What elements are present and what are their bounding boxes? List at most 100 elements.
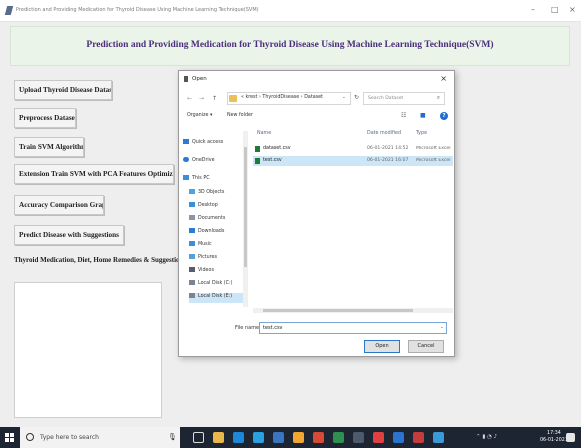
column-name[interactable]: Name [257,131,271,136]
back-arrow-icon[interactable]: ← [187,95,192,102]
nav-desktop[interactable]: Desktop [189,202,218,212]
nav-3d-objects[interactable]: 3D Objects [189,189,224,199]
clock-date: 06-01-2021 [540,438,568,443]
scrollbar-thumb[interactable] [244,147,247,267]
desktop-icon [189,202,195,207]
file-row[interactable]: test.csv 06-01-2021 16:07 Microsoft Exce… [253,156,453,166]
file-explorer-icon[interactable] [213,432,224,443]
file-list-scrollbar[interactable] [253,308,453,313]
address-row: ← → ↑ « krest › ThyroidDisease › Dataset… [179,91,456,107]
app-icon[interactable] [333,432,344,443]
app-icon[interactable] [353,432,364,443]
chevron-down-icon[interactable]: ⌄ [440,325,444,330]
header-banner: Prediction and Providing Medication for … [10,26,570,66]
predict-disease-button[interactable]: Predict Disease with Suggestions [14,225,124,245]
minimize-button[interactable]: – [531,5,535,14]
system-tray-icons[interactable]: ⌃ ▮ ◔ ♪ [476,434,497,440]
close-button[interactable]: × [569,5,576,14]
dialog-title: Open [192,76,207,82]
document-icon [189,215,195,220]
edge-icon[interactable] [253,432,264,443]
cloud-icon [183,157,189,162]
open-file-dialog: Open × ← → ↑ « krest › ThyroidDisease › … [178,70,455,357]
search-input[interactable]: Search Dataset ⌕ [363,92,445,105]
nav-downloads[interactable]: Downloads [189,228,224,238]
output-text-area[interactable] [14,282,162,418]
forward-arrow-icon[interactable]: → [199,95,204,102]
open-button[interactable]: Open [364,340,400,353]
nav-documents[interactable]: Documents [189,215,225,225]
feather-icon [184,76,188,82]
taskbar-search-placeholder: Type here to search [40,434,99,441]
window-titlebar: Prediction and Providing Medication for … [0,0,581,22]
drive-icon [189,280,195,285]
clock-time: 17:34 [547,431,561,436]
csv-file-icon [255,146,260,152]
page-title: Prediction and Providing Medication for … [86,40,494,50]
help-icon[interactable]: ? [440,112,448,120]
nav-pictures[interactable]: Pictures [189,254,217,264]
nav-local-disk-e[interactable]: Local Disk (E:) [189,293,243,303]
suggestion-label: Thyroid Medication, Diet, Home Remedies … [14,256,184,264]
folder-icon [229,95,237,102]
preview-pane-icon[interactable]: ■ [420,112,426,119]
upload-dataset-button[interactable]: Upload Thyroid Disease Dataset [14,80,112,100]
nav-local-disk-c[interactable]: Local Disk (C:) [189,280,233,290]
search-placeholder: Search Dataset [368,96,404,101]
app-icon[interactable] [313,432,324,443]
nav-scrollbar[interactable] [243,131,248,307]
cortana-icon [26,433,34,441]
chevron-down-icon[interactable]: ⌄ [342,95,346,100]
app-icon[interactable] [373,432,384,443]
video-icon [189,267,195,272]
file-name-label: File name: [235,325,261,331]
train-svm-button[interactable]: Train SVM Algorithm [14,137,84,157]
picture-icon [189,254,195,259]
taskbar-clock[interactable]: 17:34 06-01-2021 [540,430,568,444]
accuracy-graph-button[interactable]: Accuracy Comparison Graph [14,195,104,215]
taskbar-search[interactable]: Type here to search 🎙 [20,427,180,448]
file-row[interactable]: dataset.csv 06-01-2021 14:52 Microsoft E… [253,144,453,154]
search-icon: ⌕ [436,95,440,101]
organize-menu[interactable]: Organize ▾ [187,113,212,118]
window-title: Prediction and Providing Medication for … [16,7,259,13]
nav-music[interactable]: Music [189,241,212,251]
nav-videos[interactable]: Videos [189,267,214,277]
drive-icon [189,293,195,298]
navigation-pane: Quick access OneDrive This PC 3D Objects… [183,131,251,311]
notification-icon[interactable] [566,433,575,442]
nav-this-pc[interactable]: This PC [183,175,210,185]
file-name-input[interactable] [259,322,447,334]
task-view-icon[interactable] [193,432,204,443]
nav-quick-access[interactable]: Quick access [183,139,223,149]
windows-start-icon[interactable] [5,433,14,442]
cancel-button[interactable]: Cancel [408,340,444,353]
app-icon[interactable] [393,432,404,443]
app-icon[interactable] [273,432,284,443]
view-options-icon[interactable]: ☷ [401,112,406,119]
column-type[interactable]: Type [416,131,427,136]
maximize-button[interactable]: □ [551,5,559,14]
star-icon [183,139,189,144]
up-arrow-icon[interactable]: ↑ [212,95,217,102]
address-path: « krest › ThyroidDisease › Dataset [241,95,324,100]
taskbar: Type here to search 🎙 ⌃ ▮ ◔ ♪ 17:34 06-0… [0,427,581,448]
download-icon [189,228,195,233]
new-folder-button[interactable]: New folder [227,113,253,118]
train-svm-pca-button[interactable]: Extension Train SVM with PCA Features Op… [14,164,174,184]
refresh-icon[interactable]: ↻ [354,94,359,101]
feather-icon [4,6,14,15]
preprocess-dataset-button[interactable]: Preprocess Dataset [14,108,76,128]
app-icon[interactable] [433,432,444,443]
nav-onedrive[interactable]: OneDrive [183,157,215,167]
column-date-modified[interactable]: Date modified [367,131,401,136]
music-icon [189,241,195,246]
microphone-icon[interactable]: 🎙 [168,433,177,441]
cube-icon [189,189,195,194]
app-icon[interactable] [413,432,424,443]
app-icon[interactable] [293,432,304,443]
store-icon[interactable] [233,432,244,443]
dialog-toolbar: Organize ▾ New folder ☷ ■ ? [179,111,456,124]
dialog-close-icon[interactable]: × [440,74,447,83]
scrollbar-thumb[interactable] [263,309,413,312]
